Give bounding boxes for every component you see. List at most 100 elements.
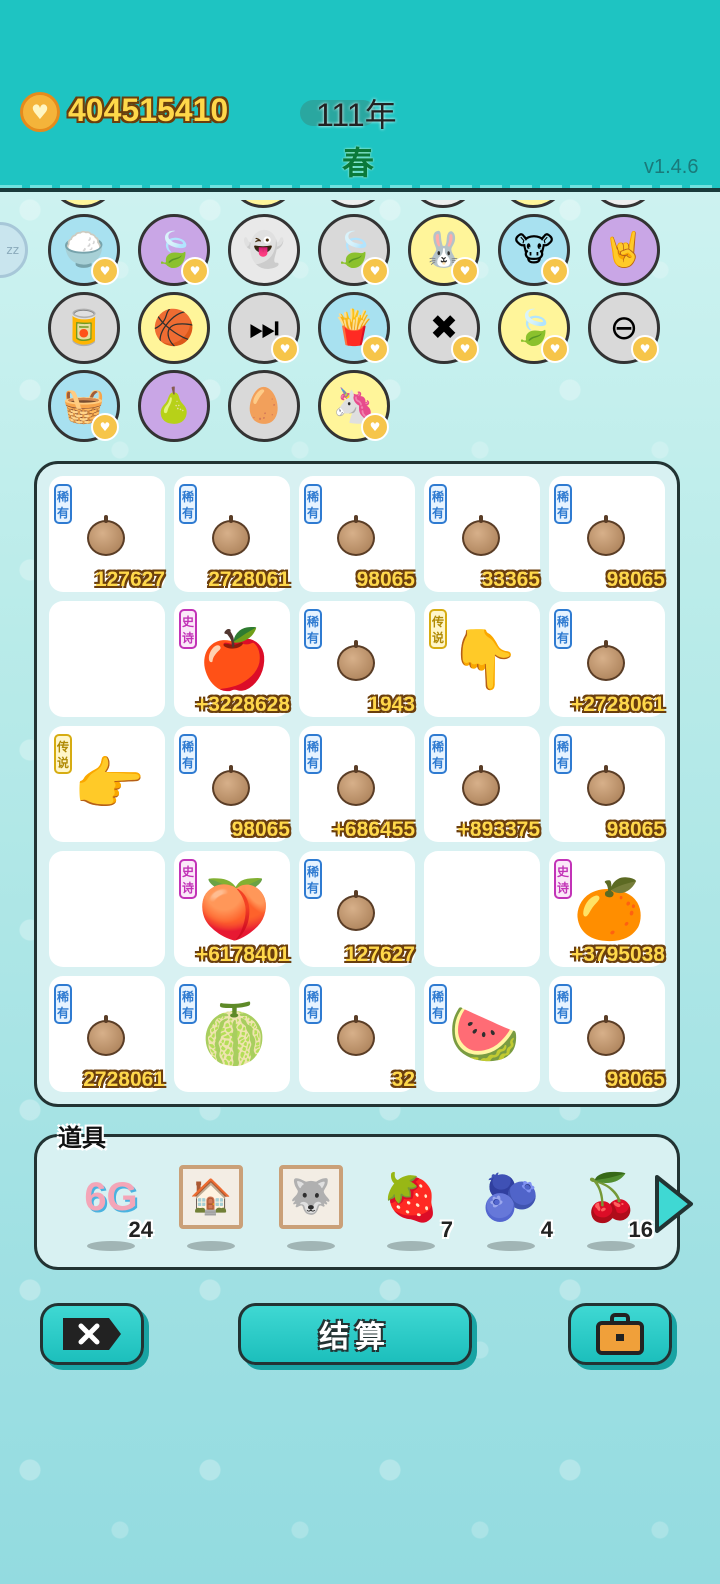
watermelon-icon: 🍉 (448, 1000, 521, 1068)
item-slot[interactable]: 🫐 4 (473, 1161, 553, 1251)
leaf-icon[interactable]: 🍃 ♥ (318, 214, 390, 286)
rarity-tag: 史诗 (179, 609, 197, 649)
gold-amount: 404515410 (68, 92, 229, 128)
cell-value: +893375 (457, 818, 540, 841)
nut-icon (462, 515, 500, 556)
board-cell[interactable]: 稀有 33365 (424, 476, 540, 592)
cell-value: 98065 (231, 818, 290, 841)
nut-icon (87, 515, 125, 556)
leaf-icon[interactable]: 🍃 ♥ (498, 292, 570, 364)
dog-food-icon[interactable]: 🥫 (48, 292, 120, 364)
board-cell[interactable]: 传说 👇 (424, 601, 540, 717)
remove-symbol-button[interactable] (40, 1303, 144, 1365)
inventory-button[interactable] (568, 1303, 672, 1365)
item-slot[interactable]: 🍓 7 (373, 1161, 453, 1251)
item-count: 4 (540, 1217, 553, 1242)
items-panel: 6G 24 🏠 🐺 🍓 7 🫐 4 🍒 16 (34, 1134, 693, 1270)
board-cell[interactable]: 稀有 +686455 (299, 726, 415, 842)
settle-button[interactable]: 结算 (238, 1303, 472, 1365)
husky-frame-icon: 🐺 (279, 1165, 343, 1229)
fruit-basket-icon[interactable]: 🧺 ♥ (48, 370, 120, 442)
board-cell[interactable]: 传说 👉 (49, 726, 165, 842)
items-title: 道具 (58, 1124, 106, 1152)
cell-value: +3228628 (195, 693, 290, 716)
nut-icon (337, 890, 375, 931)
board-cell[interactable]: 稀有 98065 (549, 976, 665, 1092)
symbol-glyph: 🏀 (152, 308, 196, 348)
rice-bowl-icon[interactable]: 🍚 ♥ (48, 214, 120, 286)
rarity-tag: 传说 (54, 734, 72, 774)
items-next-arrow-icon[interactable] (651, 1173, 695, 1235)
board-cell[interactable]: 稀有 32 (299, 976, 415, 1092)
nut-icon (337, 1015, 375, 1056)
item-label: 6G (84, 1174, 138, 1219)
item-slot[interactable]: 🐺 (273, 1161, 353, 1251)
rarity-tag: 稀有 (429, 734, 447, 774)
board-cell[interactable]: 史诗 🍑 +6178401 (174, 851, 290, 967)
orange-icon: 🍊 (573, 875, 646, 943)
lychee-icon: 🍈 (198, 1000, 271, 1068)
apple-icon: 🍎 (198, 625, 271, 693)
egg-tray-icon[interactable]: 🥚 (228, 370, 300, 442)
board-cell[interactable]: 稀有 127627 (49, 476, 165, 592)
board-cell[interactable]: 史诗 🍎 +3228628 (174, 601, 290, 717)
remove-tag-icon (63, 1318, 121, 1350)
unicorn-icon[interactable]: 🦄 ♥ (318, 370, 390, 442)
item-slot[interactable]: 🍒 16 (573, 1161, 653, 1251)
heart-badge-icon: ♥ (361, 335, 389, 363)
ghost-icon[interactable]: 👻 (228, 214, 300, 286)
peach-icon: 🍑 (198, 875, 271, 943)
rabbit-icon[interactable]: 🐰 ♥ (408, 214, 480, 286)
skip-icon[interactable]: ⏭ ♥ (228, 292, 300, 364)
item-slot[interactable]: 6G 24 (73, 1161, 153, 1251)
cell-value: 33365 (481, 568, 540, 591)
fries-icon[interactable]: 🍟 ♥ (318, 292, 390, 364)
board-cell[interactable]: 稀有 98065 (299, 476, 415, 592)
board-cell[interactable]: 稀有 98065 (549, 476, 665, 592)
item-slot[interactable]: 🏠 (173, 1161, 253, 1251)
sleep-side-button[interactable]: zz (0, 222, 28, 278)
symbol-glyph: 🥚 (242, 386, 286, 426)
heart-badge-icon: ♥ (451, 257, 479, 285)
nut-icon (587, 1015, 625, 1056)
heart-badge-icon: ♥ (91, 257, 119, 285)
item-shadow (487, 1241, 535, 1251)
board-cell[interactable] (49, 851, 165, 967)
board-cell[interactable] (424, 851, 540, 967)
board-cell[interactable]: 稀有 98065 (174, 726, 290, 842)
board-cell[interactable]: 稀有 +893375 (424, 726, 540, 842)
board-cell[interactable]: 史诗 🍊 +3795038 (549, 851, 665, 967)
heart-badge-icon: ♥ (271, 335, 299, 363)
nut-icon (337, 515, 375, 556)
leaf-icon[interactable]: 🍃 ♥ (138, 214, 210, 286)
board-cell[interactable]: 稀有 2728061 (174, 476, 290, 592)
pear-icon[interactable]: 🍐 (138, 370, 210, 442)
board-cell[interactable]: 稀有 1943 (299, 601, 415, 717)
cell-value: +3795038 (570, 943, 665, 966)
board-cell[interactable]: 稀有 +2728061 (549, 601, 665, 717)
cows-icon[interactable]: 🐮 ♥ (498, 214, 570, 286)
cell-value: 2728061 (83, 1068, 165, 1091)
board-cell[interactable]: 稀有 127627 (299, 851, 415, 967)
nut-icon (212, 765, 250, 806)
rock-hand-icon[interactable]: 🤘 (588, 214, 660, 286)
heart-badge-icon: ♥ (181, 257, 209, 285)
cell-value: 98065 (606, 818, 665, 841)
windmill-frame-icon: 🏠 (179, 1165, 243, 1229)
rarity-tag: 史诗 (554, 859, 572, 899)
board-cell[interactable]: 稀有 2728061 (49, 976, 165, 1092)
board-cell[interactable]: 稀有 🍈 (174, 976, 290, 1092)
rarity-tag: 稀有 (304, 984, 322, 1024)
nut-icon (87, 1015, 125, 1056)
rarity-tag: 稀有 (304, 859, 322, 899)
minus-icon[interactable]: ⊖ ♥ (588, 292, 660, 364)
cell-value: 98065 (356, 568, 415, 591)
basketballs-icon[interactable]: 🏀 (138, 292, 210, 364)
board-cell[interactable]: 稀有 🍉 (424, 976, 540, 1092)
board-cell[interactable] (49, 601, 165, 717)
item-shadow (387, 1241, 435, 1251)
remove-icon[interactable]: ✖ ♥ (408, 292, 480, 364)
board-cell[interactable]: 稀有 98065 (549, 726, 665, 842)
slot-board: 稀有 127627 稀有 2728061 稀有 98065 稀有 33365 稀有 98065 史诗… (34, 461, 680, 1107)
cell-value: 1943 (368, 693, 415, 716)
